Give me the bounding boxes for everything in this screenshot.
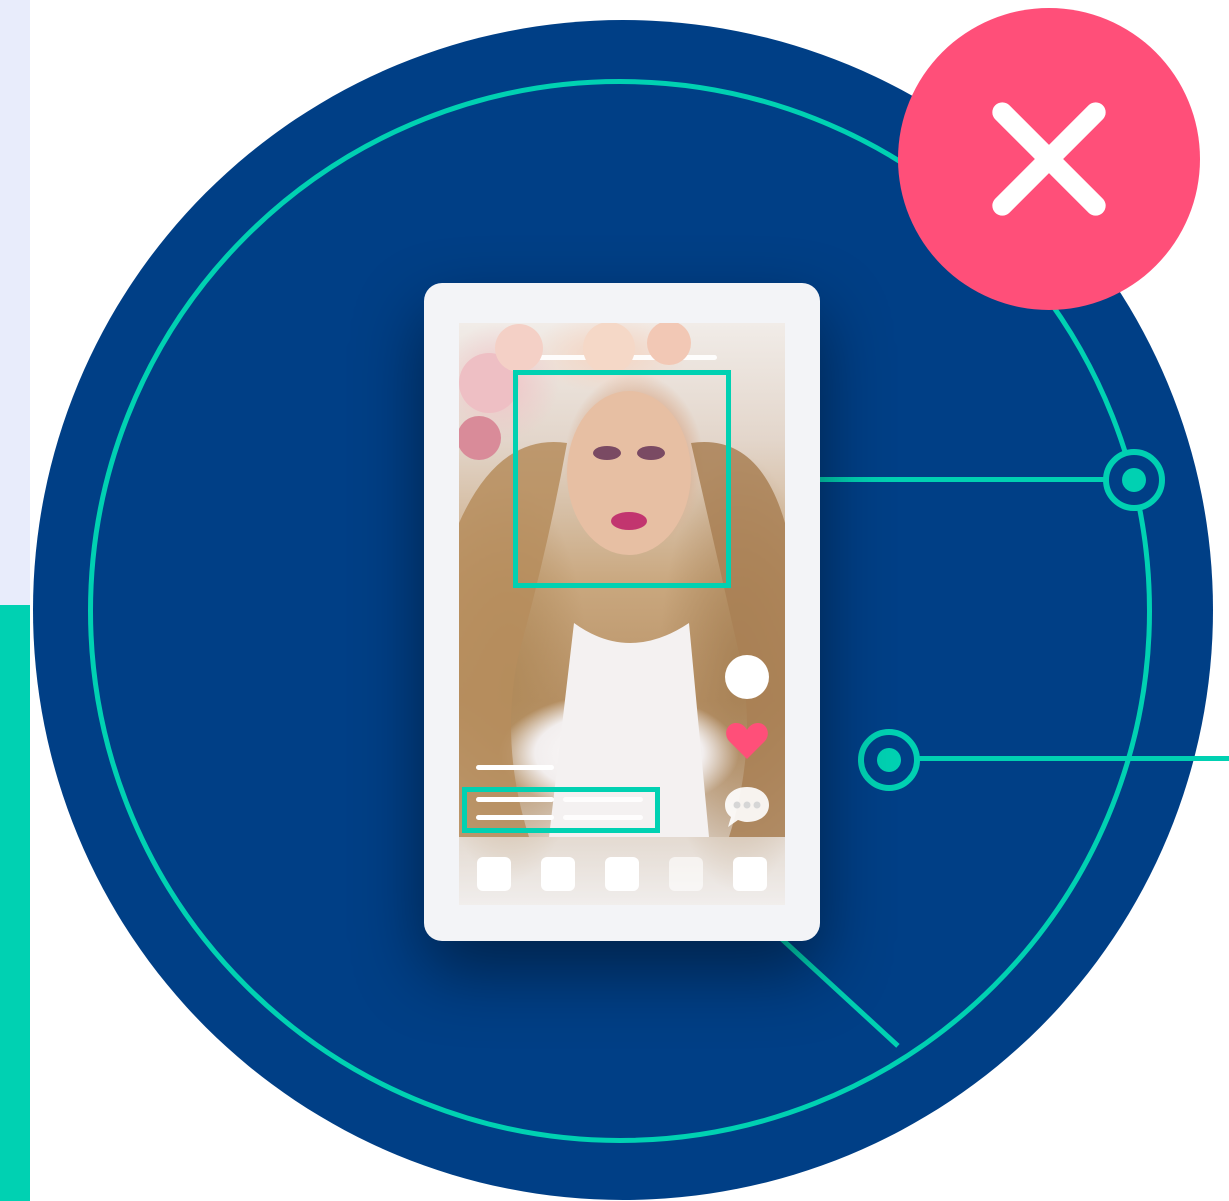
face-detection-box — [513, 370, 731, 588]
caption-node — [858, 729, 920, 791]
phone-device — [424, 283, 820, 941]
phone-screen — [459, 323, 785, 905]
heart-icon[interactable] — [725, 721, 769, 761]
caption-node-dot — [877, 748, 901, 772]
face-node — [1103, 449, 1165, 511]
caption-detection-box — [462, 787, 660, 833]
nav-button-2[interactable] — [541, 857, 575, 891]
nav-button-3[interactable] — [605, 857, 639, 891]
avatar[interactable] — [725, 655, 769, 699]
face-node-dot — [1122, 468, 1146, 492]
close-button[interactable] — [898, 8, 1200, 310]
nav-button-4[interactable] — [669, 857, 703, 891]
nav-button-1[interactable] — [477, 857, 511, 891]
left-panel-light — [0, 0, 30, 605]
caption-title-line — [476, 765, 554, 770]
comment-bubble-icon[interactable] — [723, 785, 771, 829]
left-panel-accent — [0, 605, 30, 1201]
bottom-connector-line — [918, 756, 1229, 761]
nav-button-5[interactable] — [733, 857, 767, 891]
